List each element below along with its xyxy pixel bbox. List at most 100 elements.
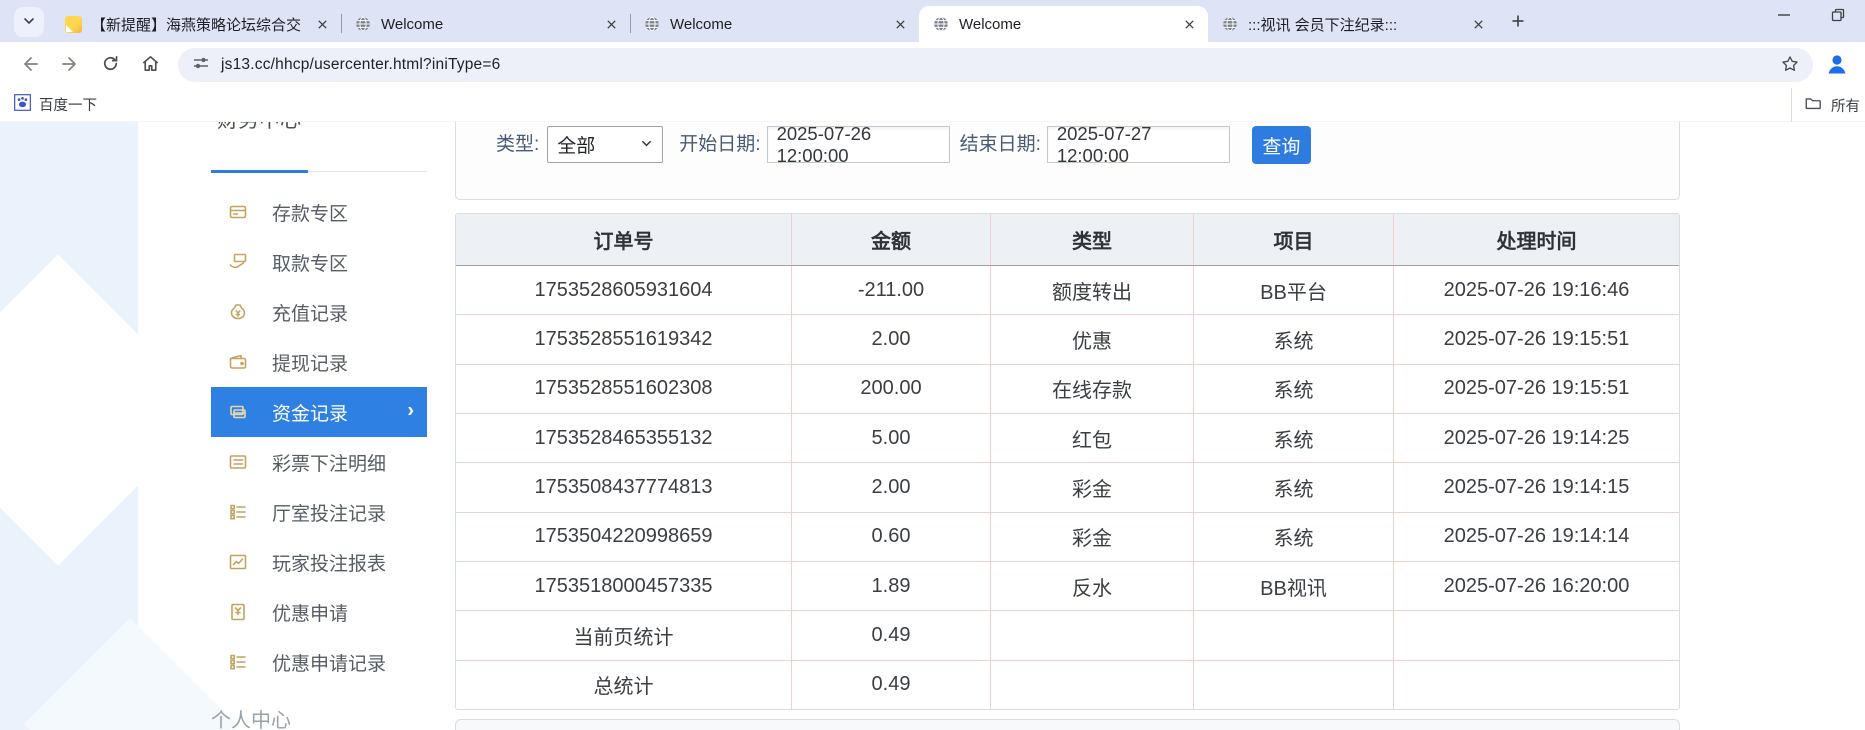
table-cell: 2025-07-26 19:15:51 bbox=[1394, 365, 1679, 413]
table-cell: 彩金 bbox=[991, 463, 1194, 511]
search-button[interactable]: 查询 bbox=[1252, 126, 1311, 164]
bookmarks-bar: 百度一下 所有 bbox=[0, 88, 1865, 122]
deposit-card-icon bbox=[228, 202, 248, 222]
table-cell: 彩金 bbox=[991, 513, 1194, 561]
sidebar-footer-section: 个人中心 bbox=[211, 704, 427, 730]
lottery-detail-icon bbox=[228, 452, 248, 472]
table-cell: 1753518000457335 bbox=[456, 562, 792, 610]
column-header: 项目 bbox=[1194, 214, 1394, 265]
funds-record-table: 订单号金额类型项目处理时间 1753528605931604-211.00额度转… bbox=[455, 213, 1680, 710]
promo-apply-ticket-icon bbox=[228, 602, 248, 622]
table-cell: 1753528465355132 bbox=[456, 414, 792, 462]
bookmark-item-baidu[interactable]: 百度一下 bbox=[14, 94, 97, 115]
tab-close-icon[interactable] bbox=[311, 13, 333, 35]
bookmark-star-button[interactable] bbox=[1775, 50, 1805, 80]
table-cell bbox=[1194, 611, 1394, 659]
table-cell: 2025-07-26 19:14:15 bbox=[1394, 463, 1679, 511]
forward-icon bbox=[59, 53, 81, 78]
table-cell: 系统 bbox=[1194, 463, 1394, 511]
start-date-input[interactable]: 2025-07-26 12:00:00 bbox=[767, 126, 950, 163]
all-bookmarks-button[interactable]: 所有 bbox=[1791, 88, 1865, 122]
end-date-input[interactable]: 2025-07-27 12:00:00 bbox=[1047, 126, 1230, 163]
table-cell: 额度转出 bbox=[991, 266, 1194, 314]
sidebar: 财务中心 存款专区取款专区充值记录提现记录资金记录›彩票下注明细厅室投注记录玩家… bbox=[211, 122, 427, 730]
table-cell: 2025-07-26 19:16:46 bbox=[1394, 266, 1679, 314]
withdraw-hand-icon bbox=[228, 252, 248, 272]
sidebar-item-6[interactable]: 厅室投注记录 bbox=[211, 487, 427, 537]
browser-tab-1[interactable]: 【新提醒】海燕策略论坛综合交 bbox=[52, 6, 341, 42]
table-cell: 反水 bbox=[991, 562, 1194, 610]
site-info-icon[interactable] bbox=[192, 54, 210, 77]
type-select[interactable]: 全部 bbox=[547, 126, 663, 163]
forward-button[interactable] bbox=[50, 47, 90, 83]
table-row: 17535284653551325.00红包系统2025-07-26 19:14… bbox=[456, 413, 1679, 462]
sidebar-item-4[interactable]: 资金记录› bbox=[211, 387, 427, 437]
hall-bet-list-icon bbox=[228, 502, 248, 522]
globe-favicon-icon bbox=[354, 15, 372, 33]
table-cell: 在线存款 bbox=[991, 365, 1194, 413]
table-cell: 系统 bbox=[1194, 513, 1394, 561]
chevron-right-icon: › bbox=[407, 400, 414, 423]
globe-favicon-icon bbox=[643, 15, 661, 33]
table-cell: 系统 bbox=[1194, 414, 1394, 462]
sidebar-item-label: 厅室投注记录 bbox=[272, 499, 386, 526]
restore-button[interactable] bbox=[1811, 0, 1865, 34]
table-cell: 1753528551619342 bbox=[456, 315, 792, 363]
page-content: 财务中心 存款专区取款专区充值记录提现记录资金记录›彩票下注明细厅室投注记录玩家… bbox=[0, 122, 1865, 730]
table-cell: 2025-07-26 16:20:00 bbox=[1394, 562, 1679, 610]
start-date-label: 开始日期: bbox=[679, 126, 760, 163]
table-cell bbox=[991, 611, 1194, 659]
table-cell: 5.00 bbox=[792, 414, 991, 462]
tab-strip: 【新提醒】海燕策略论坛综合交WelcomeWelcomeWelcome:::视讯… bbox=[0, 0, 1865, 42]
tab-close-icon[interactable] bbox=[1178, 13, 1200, 35]
globe-favicon-icon bbox=[1221, 15, 1239, 33]
home-button[interactable] bbox=[130, 47, 170, 83]
sidebar-item-1[interactable]: 取款专区 bbox=[211, 237, 427, 287]
sidebar-item-7[interactable]: 玩家投注报表 bbox=[211, 537, 427, 587]
home-icon bbox=[140, 53, 161, 77]
table-cell: 1.89 bbox=[792, 562, 991, 610]
sidebar-item-3[interactable]: 提现记录 bbox=[211, 337, 427, 387]
minimize-button[interactable] bbox=[1757, 0, 1811, 34]
sidebar-menu: 存款专区取款专区充值记录提现记录资金记录›彩票下注明细厅室投注记录玩家投注报表优… bbox=[211, 187, 427, 687]
table-cell: BB平台 bbox=[1194, 266, 1394, 314]
table-cell: 系统 bbox=[1194, 315, 1394, 363]
tab-title: Welcome bbox=[959, 16, 1169, 33]
sidebar-item-label: 玩家投注报表 bbox=[272, 549, 386, 576]
tab-close-icon[interactable] bbox=[889, 13, 911, 35]
url-text: js13.cc/hhcp/usercenter.html?iniType=6 bbox=[221, 56, 1764, 74]
bookmark-label: 百度一下 bbox=[39, 94, 97, 115]
browser-tab-3[interactable]: Welcome bbox=[630, 6, 919, 42]
tab-close-icon[interactable] bbox=[1467, 13, 1489, 35]
address-bar[interactable]: js13.cc/hhcp/usercenter.html?iniType=6 bbox=[178, 48, 1813, 82]
tab-search-button[interactable] bbox=[14, 7, 44, 37]
browser-tab-4[interactable]: Welcome bbox=[919, 6, 1208, 42]
table-cell: 1753528551602308 bbox=[456, 365, 792, 413]
table-cell: 2025-07-26 19:15:51 bbox=[1394, 315, 1679, 363]
column-header: 处理时间 bbox=[1394, 214, 1679, 265]
table-cell: 系统 bbox=[1194, 365, 1394, 413]
sidebar-item-5[interactable]: 彩票下注明细 bbox=[211, 437, 427, 487]
browser-tab-2[interactable]: Welcome bbox=[341, 6, 630, 42]
tab-close-icon[interactable] bbox=[600, 13, 622, 35]
reload-button[interactable] bbox=[90, 47, 130, 83]
sidebar-item-2[interactable]: 充值记录 bbox=[211, 287, 427, 337]
profile-button[interactable] bbox=[1821, 49, 1853, 81]
type-select-value: 全部 bbox=[557, 131, 595, 158]
decor-triangle bbox=[0, 254, 214, 565]
browser-tab-5[interactable]: :::视讯 会员下注纪录::: bbox=[1208, 6, 1497, 42]
minimize-icon bbox=[1777, 8, 1791, 27]
restore-icon bbox=[1831, 8, 1845, 27]
sidebar-item-8[interactable]: 优惠申请 bbox=[211, 587, 427, 637]
table-cell: 1753528605931604 bbox=[456, 266, 792, 314]
sidebar-item-0[interactable]: 存款专区 bbox=[211, 187, 427, 237]
table-row: 1753528605931604-211.00额度转出BB平台2025-07-2… bbox=[456, 266, 1679, 314]
table-cell: 0.60 bbox=[792, 513, 991, 561]
recharge-bag-icon bbox=[228, 302, 248, 322]
table-stats-row: 总统计0.49 bbox=[456, 660, 1679, 709]
sidebar-item-9[interactable]: 优惠申请记录 bbox=[211, 637, 427, 687]
table-cell: 2.00 bbox=[792, 463, 991, 511]
table-cell: 0.49 bbox=[792, 611, 991, 659]
new-tab-button[interactable] bbox=[1503, 7, 1533, 37]
back-button[interactable] bbox=[10, 47, 50, 83]
